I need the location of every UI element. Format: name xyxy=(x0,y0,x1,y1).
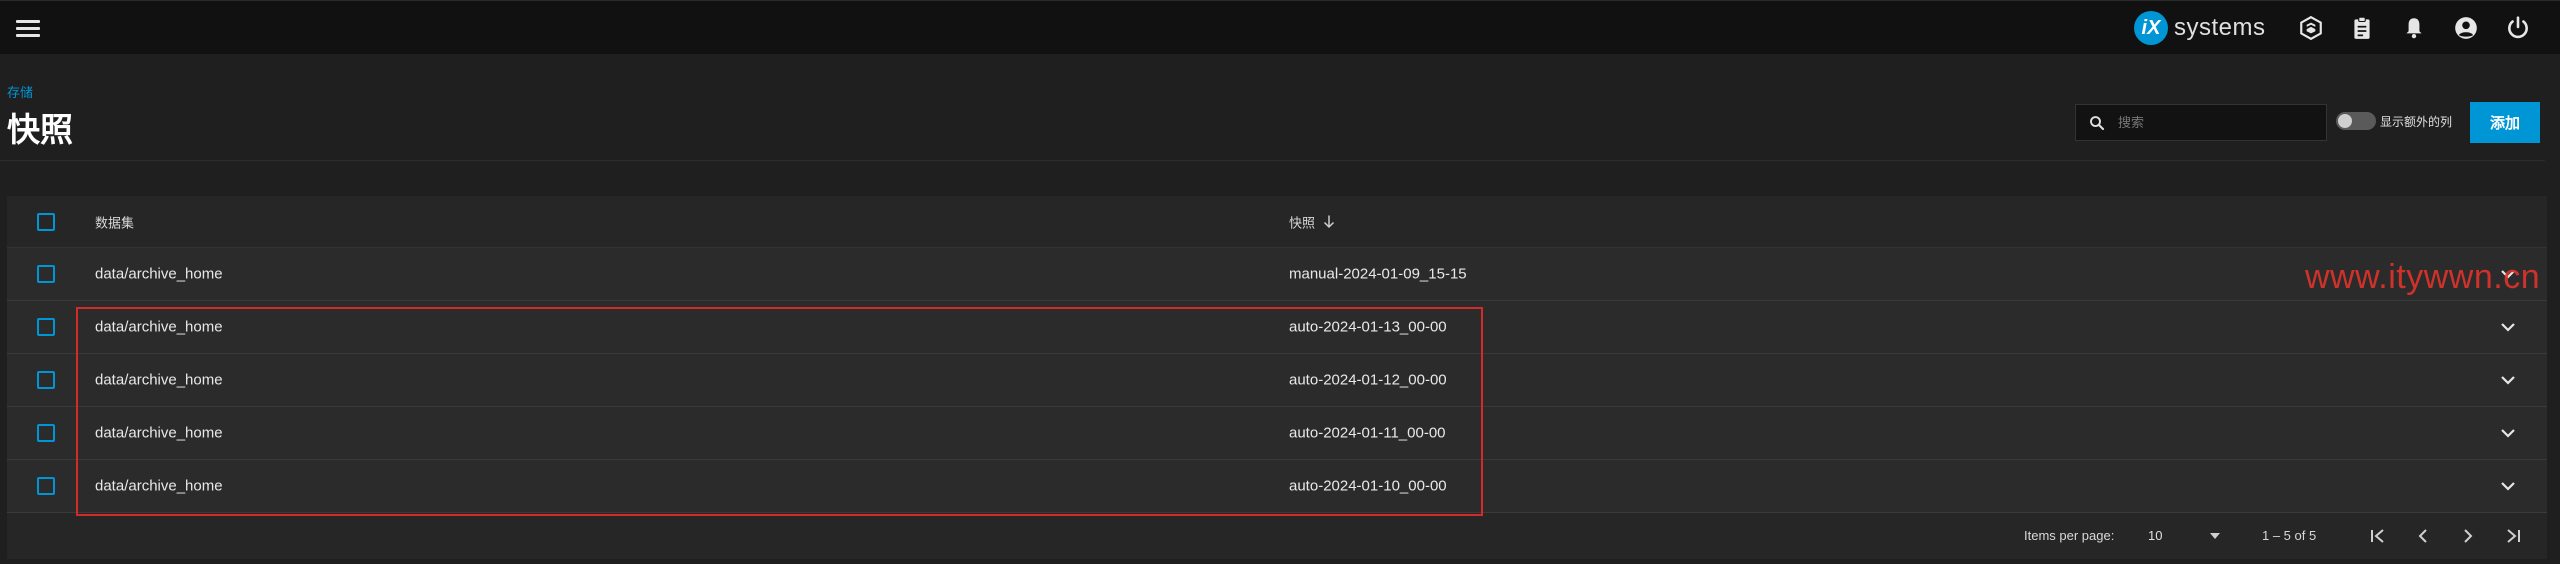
previous-page-icon[interactable] xyxy=(2412,525,2434,547)
row-checkbox[interactable] xyxy=(37,424,55,442)
dataset-cell: data/archive_home xyxy=(95,371,223,389)
toggle-knob xyxy=(2338,114,2352,128)
top-toolbar: iX systems xyxy=(0,0,2560,54)
brand-logo[interactable]: iX systems xyxy=(2134,11,2266,45)
brand-mark: iX xyxy=(2134,11,2168,45)
snapshot-cell: auto-2024-01-11_00-00 xyxy=(1289,424,1446,442)
chevron-down-icon[interactable] xyxy=(2498,371,2518,389)
next-page-icon[interactable] xyxy=(2457,525,2479,547)
dataset-cell: data/archive_home xyxy=(95,265,223,283)
first-page-icon[interactable] xyxy=(2367,525,2389,547)
dataset-cell: data/archive_home xyxy=(95,424,223,442)
snapshot-cell: manual-2024-01-09_15-15 xyxy=(1289,265,1467,283)
table-header: 数据集 快照 xyxy=(7,196,2547,248)
chevron-down-icon[interactable] xyxy=(2498,424,2518,442)
bell-icon[interactable] xyxy=(2401,15,2427,41)
header-divider xyxy=(0,160,2545,161)
power-icon[interactable] xyxy=(2505,15,2531,41)
row-checkbox[interactable] xyxy=(37,318,55,336)
account-circle-icon[interactable] xyxy=(2453,15,2479,41)
snapshots-table: 数据集 快照 data/archive_home manual-2024-01-… xyxy=(7,196,2547,559)
page-title: 快照 xyxy=(7,111,73,148)
items-per-page-label: Items per page: xyxy=(2024,528,2115,543)
last-page-icon[interactable] xyxy=(2502,525,2524,547)
sort-arrow-down-icon xyxy=(1323,215,1335,229)
truecommand-icon[interactable] xyxy=(2298,15,2324,41)
items-per-page-select[interactable]: 10 xyxy=(2140,521,2230,551)
snapshot-cell: auto-2024-01-13_00-00 xyxy=(1289,318,1447,336)
column-header-dataset[interactable]: 数据集 xyxy=(95,212,134,231)
items-per-page-value: 10 xyxy=(2148,528,2163,543)
chevron-down-icon[interactable] xyxy=(2498,318,2518,336)
table-row[interactable]: data/archive_home auto-2024-01-13_00-00 xyxy=(7,301,2547,354)
column-header-snapshot-label: 快照 xyxy=(1289,215,1316,230)
select-all-checkbox[interactable] xyxy=(37,212,55,231)
paginator: Items per page: 10 1 – 5 of 5 xyxy=(7,513,2547,559)
dataset-cell: data/archive_home xyxy=(95,318,223,336)
snapshot-cell: auto-2024-01-12_00-00 xyxy=(1289,371,1447,389)
table-row[interactable]: data/archive_home manual-2024-01-09_15-1… xyxy=(7,248,2547,301)
chevron-down-icon[interactable] xyxy=(2498,477,2518,495)
toggle-label: 显示额外的列 xyxy=(2380,114,2453,129)
search-input[interactable] xyxy=(2118,115,2318,130)
table-row[interactable]: data/archive_home auto-2024-01-10_00-00 xyxy=(7,460,2547,513)
dataset-cell: data/archive_home xyxy=(95,477,223,495)
breadcrumb[interactable]: 存储 xyxy=(7,82,33,101)
table-row[interactable]: data/archive_home auto-2024-01-11_00-00 xyxy=(7,407,2547,460)
add-button[interactable]: 添加 xyxy=(2470,102,2540,143)
watermark: www.itywwn.cn xyxy=(2305,258,2541,296)
brand-text: systems xyxy=(2174,14,2266,41)
row-checkbox[interactable] xyxy=(37,477,55,495)
search-icon xyxy=(2090,115,2105,130)
menu-icon[interactable] xyxy=(16,17,40,39)
search-box[interactable] xyxy=(2075,104,2327,141)
caret-down-icon xyxy=(2210,533,2220,539)
show-extra-columns-toggle[interactable]: 显示额外的列 xyxy=(2336,112,2452,130)
clipboard-icon[interactable] xyxy=(2349,15,2375,41)
row-checkbox[interactable] xyxy=(37,265,55,283)
table-row[interactable]: data/archive_home auto-2024-01-12_00-00 xyxy=(7,354,2547,407)
toggle-switch[interactable] xyxy=(2336,112,2376,130)
page-range-label: 1 – 5 of 5 xyxy=(2262,528,2317,543)
row-checkbox[interactable] xyxy=(37,371,55,389)
snapshot-cell: auto-2024-01-10_00-00 xyxy=(1289,477,1447,495)
column-header-snapshot[interactable]: 快照 xyxy=(1289,212,1335,231)
